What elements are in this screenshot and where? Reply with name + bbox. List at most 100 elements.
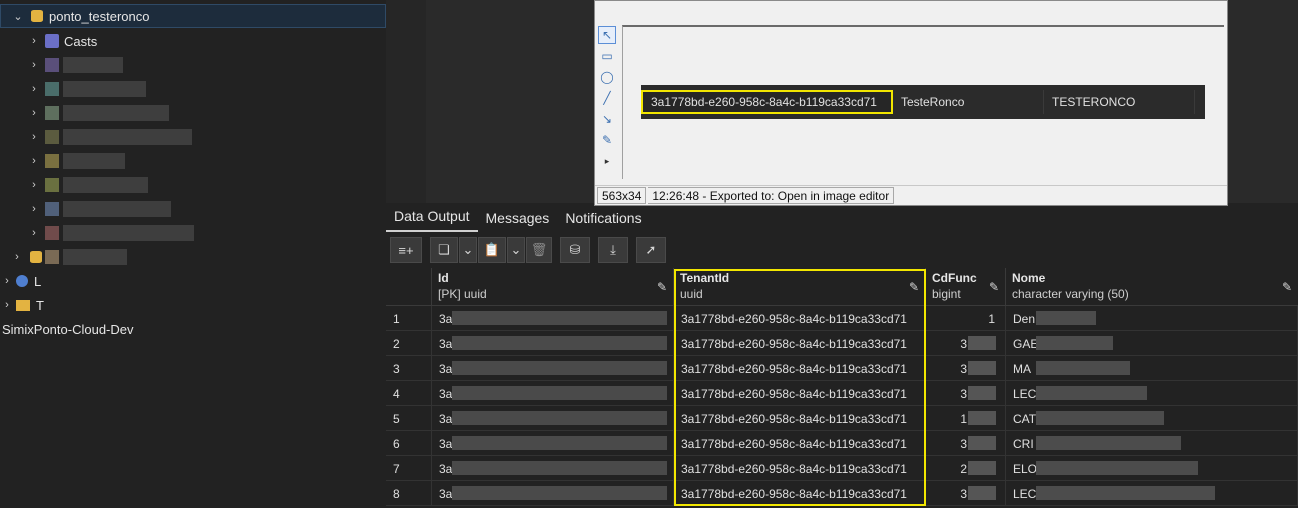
tree-item-database-2[interactable]: › — [0, 245, 386, 269]
tree-item-casts[interactable]: › Casts — [0, 29, 386, 53]
row-number[interactable]: 1 — [386, 306, 432, 331]
copy-icon[interactable]: ❏ — [430, 237, 458, 263]
delete-icon[interactable]: 🗑 — [526, 237, 552, 263]
row-number[interactable]: 2 — [386, 331, 432, 356]
chevron-right-icon[interactable]: › — [27, 83, 41, 95]
table-row[interactable]: 6 3a 3a1778bd-e260-958c-8a4c-b119ca33cd71 3… — [386, 431, 1298, 456]
tab-messages[interactable]: Messages — [478, 210, 558, 232]
edit-icon[interactable]: ✎ — [989, 280, 999, 294]
cell-tenantid[interactable]: 3a1778bd-e260-958c-8a4c-b119ca33cd71 — [674, 481, 926, 506]
pencil-icon[interactable]: ✎ — [598, 131, 616, 149]
column-type: character varying (50) — [1012, 287, 1129, 301]
chevron-right-icon[interactable]: › — [27, 131, 41, 143]
table-row[interactable]: 3 3a 3a1778bd-e260-958c-8a4c-b119ca33cd71 3… — [386, 356, 1298, 381]
chevron-right-icon[interactable]: › — [27, 35, 41, 47]
cell-tenantid[interactable]: 3a1778bd-e260-958c-8a4c-b119ca33cd71 — [674, 406, 926, 431]
edit-icon[interactable]: ✎ — [657, 280, 667, 294]
redacted-block — [1036, 336, 1113, 350]
edit-icon[interactable]: ✎ — [1282, 280, 1292, 294]
column-name: TenantId — [680, 271, 730, 285]
chevron-right-icon[interactable]: › — [27, 59, 41, 71]
table-row[interactable]: 8 3a 3a1778bd-e260-958c-8a4c-b119ca33cd71 3… — [386, 481, 1298, 506]
paste-icon[interactable]: 📋 — [478, 237, 506, 263]
redacted-block — [968, 461, 996, 475]
save-data-icon[interactable]: ⛁ — [560, 237, 590, 263]
redacted-block — [1036, 311, 1096, 325]
ellipse-icon[interactable]: ◯ — [598, 68, 616, 86]
chevron-right-icon[interactable]: › — [10, 251, 24, 263]
tree-item-redacted[interactable]: › — [0, 221, 386, 245]
edit-icon[interactable]: ✎ — [909, 280, 919, 294]
column-header-tenantid[interactable]: TenantId uuid ✎ — [674, 268, 926, 306]
redacted-block — [968, 336, 996, 350]
table-row[interactable]: 5 3a 3a1778bd-e260-958c-8a4c-b119ca33cd71 1… — [386, 406, 1298, 431]
chevron-right-icon[interactable]: › — [27, 107, 41, 119]
tree-item-redacted[interactable]: › — [0, 197, 386, 221]
chevron-down-icon[interactable]: ⌄ — [507, 237, 525, 263]
table-row[interactable]: 2 3a 3a1778bd-e260-958c-8a4c-b119ca33cd71 3… — [386, 331, 1298, 356]
redacted-block — [452, 436, 667, 450]
table-row[interactable]: 1 3a 3a1778bd-e260-958c-8a4c-b119ca33cd71 1… — [386, 306, 1298, 331]
object-icon — [45, 106, 59, 120]
column-name: Id — [438, 271, 449, 285]
casts-label: Casts — [64, 33, 98, 49]
tree-item-redacted[interactable]: › — [0, 77, 386, 101]
redacted-block — [452, 486, 667, 500]
tree-item-redacted[interactable]: › — [0, 173, 386, 197]
tree-item-server[interactable]: SimixPonto-Cloud-Dev — [0, 317, 386, 341]
pointer-icon[interactable]: ↖ — [598, 26, 616, 44]
object-icon — [45, 202, 59, 216]
object-icon — [45, 130, 59, 144]
row-number[interactable]: 5 — [386, 406, 432, 431]
object-explorer: ⌄ ponto_testeronco › Casts ››››››››› › ›… — [0, 0, 386, 508]
chevron-right-icon[interactable]: › — [27, 227, 41, 239]
row-number[interactable]: 8 — [386, 481, 432, 506]
row-number[interactable]: 4 — [386, 381, 432, 406]
download-icon[interactable]: ⤓ — [598, 237, 628, 263]
table-row[interactable]: 4 3a 3a1778bd-e260-958c-8a4c-b119ca33cd71 3… — [386, 381, 1298, 406]
column-header-id[interactable]: Id [PK] uuid ✎ — [432, 268, 674, 306]
cell-tenantid[interactable]: 3a1778bd-e260-958c-8a4c-b119ca33cd71 — [674, 456, 926, 481]
redacted-block — [968, 486, 996, 500]
tree-item-redacted[interactable]: › — [0, 149, 386, 173]
tree-item-redacted[interactable]: › — [0, 53, 386, 77]
table-row[interactable]: 7 3a 3a1778bd-e260-958c-8a4c-b119ca33cd71 2… — [386, 456, 1298, 481]
cell-tenantid[interactable]: 3a1778bd-e260-958c-8a4c-b119ca33cd71 — [674, 331, 926, 356]
tree-item-tablespaces[interactable]: › T — [0, 293, 386, 317]
chevron-down-icon[interactable]: ⌄ — [11, 10, 25, 23]
tree-item-database[interactable]: ⌄ ponto_testeronco — [0, 4, 386, 28]
add-row-icon[interactable]: ≡+ — [390, 237, 422, 263]
cell-cdfunc[interactable]: 1 — [926, 306, 1006, 331]
tree-item-login-roles[interactable]: › L — [0, 269, 386, 293]
redacted-block — [63, 57, 123, 73]
arrow-icon[interactable]: ↘ — [598, 110, 616, 128]
line-icon[interactable]: ╱ — [598, 89, 616, 107]
tab-notifications[interactable]: Notifications — [557, 210, 649, 232]
row-number[interactable]: 7 — [386, 456, 432, 481]
cell-tenantid[interactable]: 3a1778bd-e260-958c-8a4c-b119ca33cd71 — [674, 431, 926, 456]
graph-icon[interactable]: ➚ — [636, 237, 666, 263]
tree-item-redacted[interactable]: › — [0, 125, 386, 149]
chevron-down-icon[interactable]: ⌄ — [459, 237, 477, 263]
chevron-right-icon[interactable]: › — [27, 179, 41, 191]
rectangle-icon[interactable]: ▭ — [598, 47, 616, 65]
redacted-block — [452, 386, 667, 400]
chevron-right-icon[interactable]: › — [0, 299, 14, 311]
chevron-right-icon[interactable]: › — [27, 155, 41, 167]
row-number[interactable]: 6 — [386, 431, 432, 456]
chevron-right-icon[interactable]: › — [27, 203, 41, 215]
result-toolbar: ≡+ ❏ ⌄ 📋 ⌄ 🗑 ⛁ ⤓ ➚ — [386, 232, 1298, 268]
tree-item-redacted[interactable]: › — [0, 101, 386, 125]
object-icon — [45, 226, 59, 240]
column-header-cdfunc[interactable]: CdFunc bigint ✎ — [926, 268, 1006, 306]
row-number[interactable]: 3 — [386, 356, 432, 381]
image-size: 563x34 — [597, 187, 647, 204]
more-tools-icon[interactable]: ▸ — [598, 152, 616, 170]
captured-tenant-id: 3a1778bd-e260-958c-8a4c-b119ca33cd71 — [641, 90, 893, 114]
cell-tenantid[interactable]: 3a1778bd-e260-958c-8a4c-b119ca33cd71 — [674, 381, 926, 406]
cell-tenantid[interactable]: 3a1778bd-e260-958c-8a4c-b119ca33cd71 — [674, 306, 926, 331]
chevron-right-icon[interactable]: › — [0, 275, 14, 287]
column-header-nome[interactable]: Nome character varying (50) ✎ — [1006, 268, 1298, 306]
cell-tenantid[interactable]: 3a1778bd-e260-958c-8a4c-b119ca33cd71 — [674, 356, 926, 381]
tab-data-output[interactable]: Data Output — [386, 208, 478, 232]
